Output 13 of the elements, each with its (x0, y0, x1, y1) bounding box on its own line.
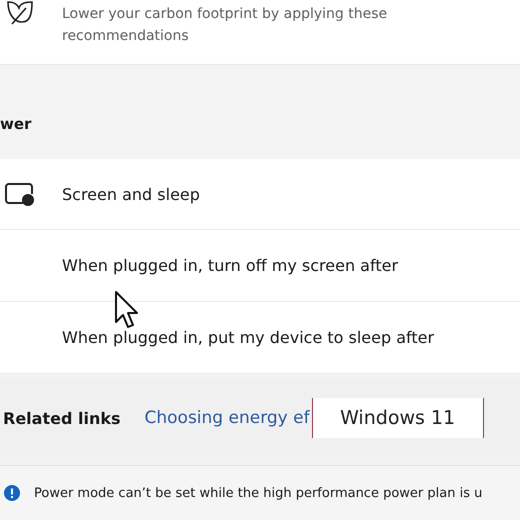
help-link[interactable]: Choosing energy ef (144, 408, 310, 428)
setting-label: When plugged in, turn off my screen after (62, 256, 398, 275)
setting-label: When plugged in, put my device to sleep after (62, 328, 434, 347)
screen-sleep-header[interactable]: Screen and sleep (0, 159, 520, 230)
related-links-label: Related links (3, 408, 120, 428)
video-caption: Windows 11 (312, 398, 484, 438)
leaf-icon (4, 0, 34, 26)
section-title: Screen and sleep (62, 184, 200, 204)
info-message: Power mode can’t be set while the high performance power plan is u (34, 486, 482, 500)
info-icon (4, 485, 20, 501)
recommendation-text: Lower your carbon footprint by applying these recommendations (62, 5, 388, 46)
section-heading: wer (0, 115, 32, 135)
screen-moon-icon (4, 182, 34, 206)
